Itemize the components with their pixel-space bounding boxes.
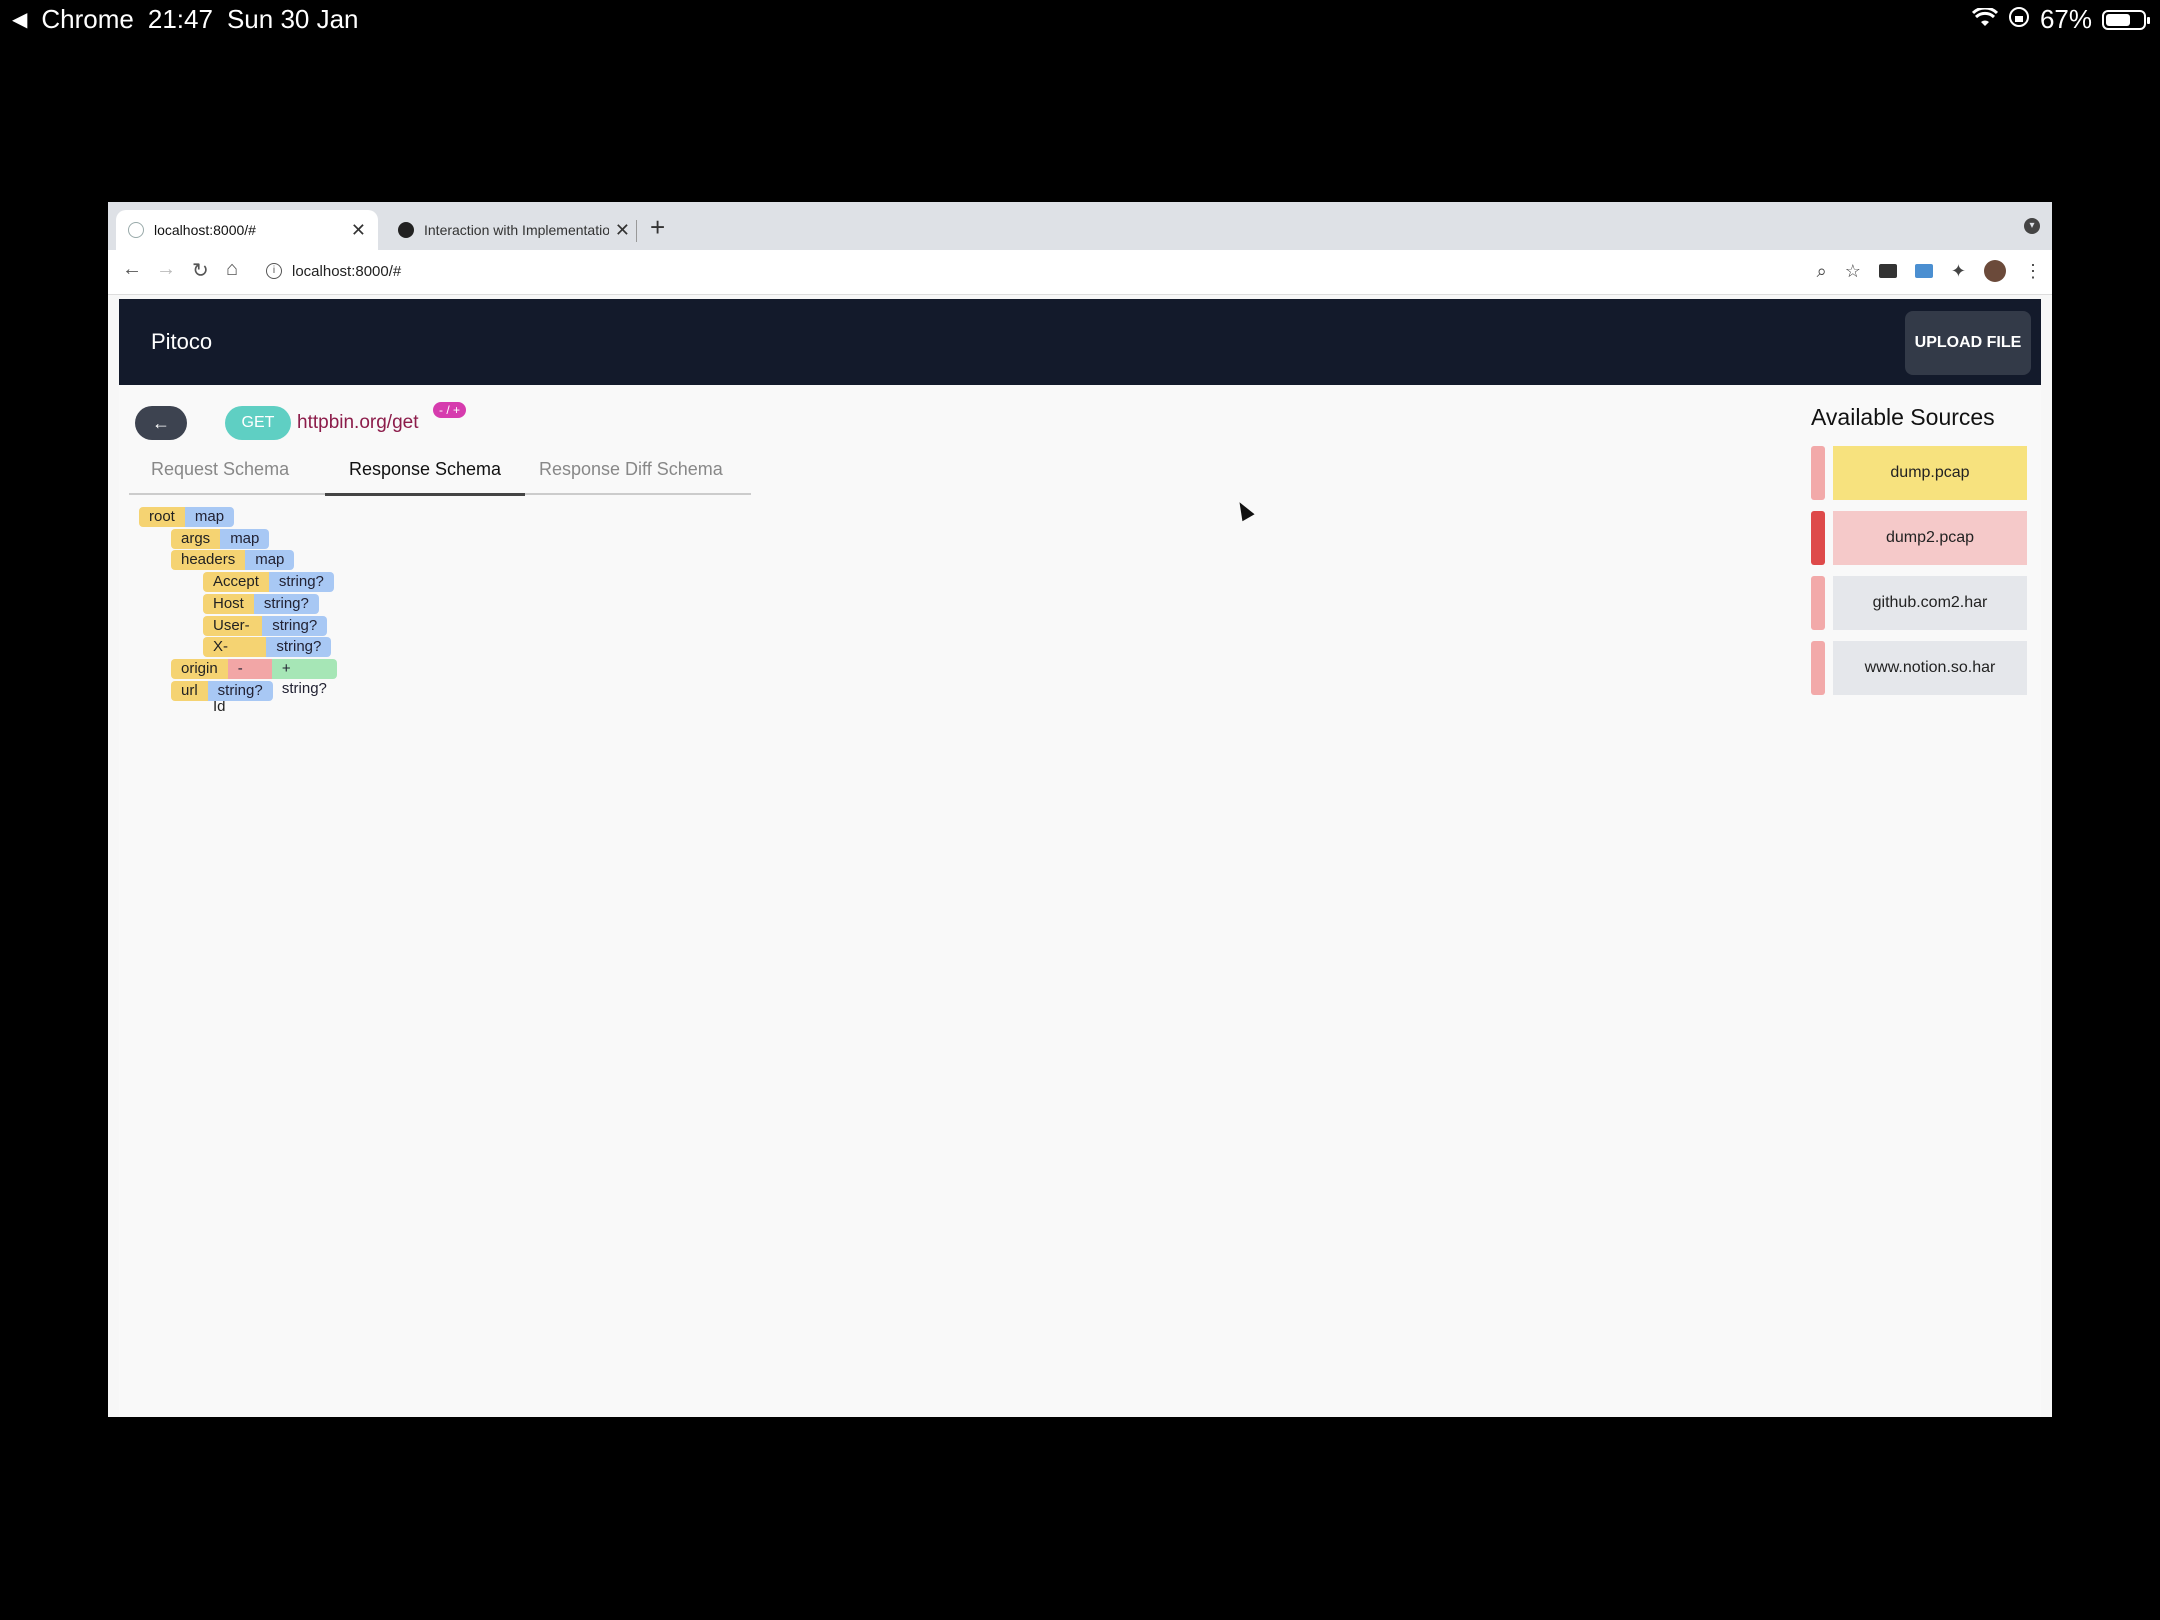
schema-node-key: User-Agent	[203, 615, 263, 654]
source-status-bar[interactable]	[1811, 511, 1825, 565]
schema-node: root map	[139, 507, 235, 527]
schema-node-type: string?	[268, 572, 334, 593]
schema-node-key: root	[139, 507, 185, 527]
github-icon	[398, 222, 414, 238]
new-tab-icon[interactable]: +	[650, 212, 665, 243]
battery-icon	[2102, 9, 2150, 30]
source-item[interactable]: dump.pcap	[1811, 446, 2027, 500]
back-button[interactable]: ←	[135, 406, 187, 440]
bookmark-star-icon[interactable]: ☆	[1845, 261, 1861, 282]
schema-node: headers map	[171, 550, 295, 571]
toolbar-actions: ⌕ ☆ ✦ ⋮	[1817, 260, 2042, 282]
battery-percent: 67%	[2039, 4, 2092, 34]
source-label[interactable]: github.com2.har	[1833, 576, 2027, 630]
status-left: ◀ Chrome 21:47 Sun 30 Jan	[12, 4, 359, 35]
schema-node: User-Agentstring?	[203, 615, 328, 654]
wifi-icon	[1971, 4, 1999, 35]
schema-node: url string?	[171, 680, 273, 701]
app-header: Pitoco UPLOAD FILE	[119, 299, 2041, 385]
schema-node: args map	[171, 528, 270, 549]
puzzle-icon[interactable]: ✦	[1951, 261, 1966, 282]
browser-window: localhost:8000/# ✕ Interaction with Impl…	[108, 202, 2052, 1417]
close-icon[interactable]: ✕	[351, 220, 366, 241]
status-time: 21:47	[147, 4, 213, 34]
back-to-app-icon[interactable]: ◀	[12, 7, 27, 32]
back-app-label[interactable]: Chrome	[41, 4, 133, 35]
tab-request-schema[interactable]: Request Schema	[151, 459, 289, 493]
source-item[interactable]: www.notion.so.har	[1811, 641, 2027, 695]
schema-node-type: + string?	[271, 658, 337, 697]
tab-strip: localhost:8000/# ✕ Interaction with Impl…	[108, 202, 2052, 250]
home-icon[interactable]: ⌂	[226, 258, 238, 281]
schema-node: Host string?	[203, 593, 319, 614]
tab-separator	[636, 220, 637, 242]
forward-arrow-icon[interactable]: →	[156, 258, 176, 281]
schema-tabs: Request Schema Response Schema Response …	[129, 451, 751, 496]
diff-badge: - / +	[433, 402, 467, 418]
schema-node-type: map	[220, 528, 270, 549]
extension-icon[interactable]	[1878, 264, 1897, 278]
app-brand[interactable]: Pitoco	[151, 329, 212, 355]
schema-node: X-Amzn-Trace-Idstring?	[203, 637, 332, 715]
tab-response-schema[interactable]: Response Schema	[325, 459, 525, 496]
source-label[interactable]: dump.pcap	[1833, 446, 2027, 500]
tab-title: Interaction with Implementation	[424, 222, 609, 238]
profile-avatar[interactable]	[1984, 260, 2006, 282]
schema-node: Accept string?	[203, 572, 334, 593]
schema-node-type: string?	[253, 593, 319, 614]
schema-node-type: string?	[266, 637, 332, 658]
schema-node-key: args	[171, 528, 221, 549]
arrow-left-icon: ←	[152, 412, 170, 433]
localhost-icon	[128, 222, 144, 238]
schema-node-key: X-Amzn-Trace-Id	[203, 637, 267, 715]
source-status-bar[interactable]	[1811, 576, 1825, 630]
sources-title: Available Sources	[1811, 404, 1995, 430]
tab-title: localhost:8000/#	[154, 222, 256, 238]
rotation-lock-icon	[2008, 4, 2030, 35]
browser-toolbar: ← → ↻ ⌂ i localhost:8000/# ⌕ ☆ ✦ ⋮	[108, 250, 2052, 295]
endpoint-url: httpbin.org/get	[297, 412, 419, 433]
source-item[interactable]: dump2.pcap	[1811, 511, 2027, 565]
extension-icon[interactable]	[1914, 264, 1933, 278]
close-icon[interactable]: ✕	[615, 220, 630, 241]
address-bar[interactable]: i localhost:8000/#	[266, 256, 1946, 286]
schema-node-key: origin	[171, 658, 228, 679]
schema-node-type: string?	[262, 615, 328, 636]
schema-node-key: Host	[203, 593, 254, 614]
schema-node: origin- int?+ string?	[171, 658, 337, 697]
schema-node-type: map	[245, 550, 295, 571]
back-arrow-icon[interactable]: ←	[122, 258, 142, 281]
upload-file-button[interactable]: UPLOAD FILE	[1905, 311, 2031, 375]
info-icon[interactable]: i	[266, 263, 282, 279]
zoom-icon[interactable]: ⌕	[1817, 261, 1827, 282]
url-text[interactable]: localhost:8000/#	[292, 263, 401, 280]
tab-search-icon[interactable]: ▾	[2024, 218, 2040, 234]
source-label[interactable]: www.notion.so.har	[1833, 641, 2027, 695]
browser-tab[interactable]: Interaction with Implementation ✕	[386, 210, 642, 250]
kebab-menu-icon[interactable]: ⋮	[2024, 261, 2042, 282]
source-label[interactable]: dump2.pcap	[1833, 511, 2027, 565]
source-item[interactable]: github.com2.har	[1811, 576, 2027, 630]
schema-node-type: - int?	[227, 658, 272, 697]
status-date: Sun 30 Jan	[226, 4, 359, 34]
schema-node-type: map	[184, 507, 235, 527]
battery-level	[2106, 13, 2131, 26]
ios-status-bar: ◀ Chrome 21:47 Sun 30 Jan 67%	[0, 0, 2160, 40]
web-page: Pitoco UPLOAD FILE ← GET httpbin.org/get…	[119, 299, 2041, 1417]
schema-node-key: url	[171, 680, 208, 701]
method-badge: GET	[225, 406, 291, 440]
schema-node-key: headers	[171, 550, 246, 571]
reload-icon[interactable]: ↻	[192, 258, 209, 283]
schema-node-type: string?	[207, 680, 273, 701]
tab-response-diff-schema[interactable]: Response Diff Schema	[539, 459, 723, 493]
source-status-bar[interactable]	[1811, 446, 1825, 500]
schema-node-key: Accept	[203, 572, 269, 593]
status-right: 67%	[1971, 4, 2150, 35]
source-status-bar[interactable]	[1811, 641, 1825, 695]
browser-tab-active[interactable]: localhost:8000/# ✕	[116, 210, 378, 250]
